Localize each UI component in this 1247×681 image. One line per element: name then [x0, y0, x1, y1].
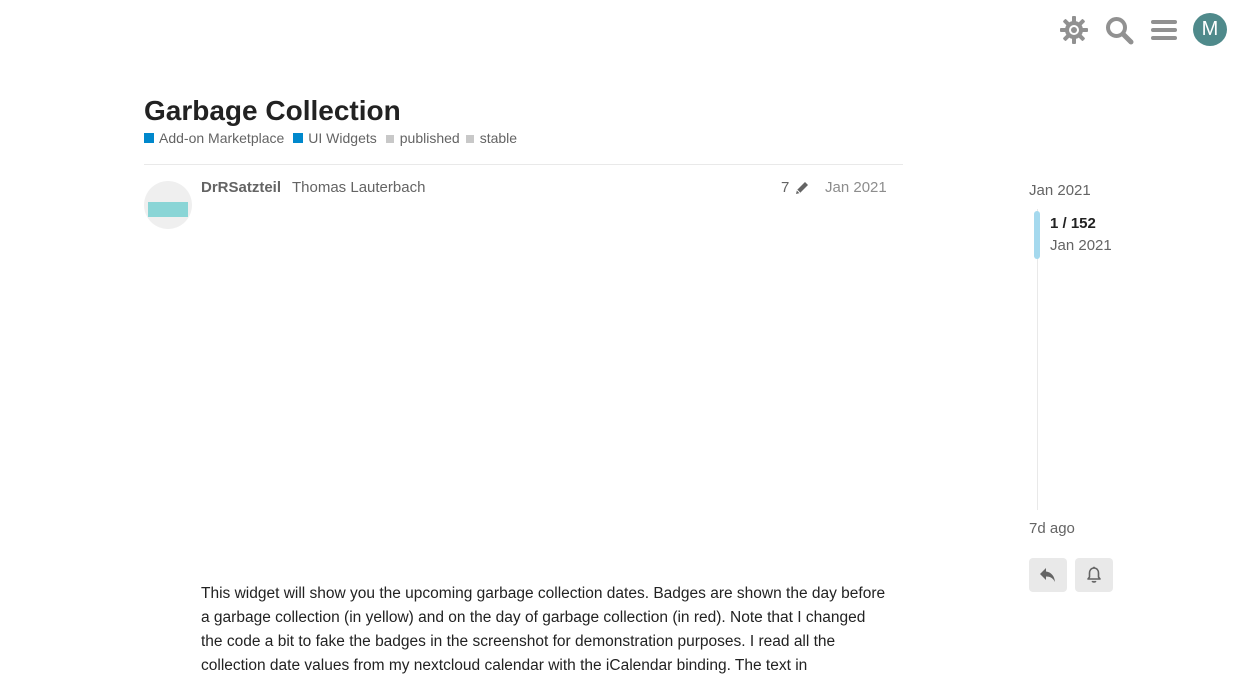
- topic-tags: Add-on Marketplace UI Widgets published …: [144, 129, 523, 147]
- tag-published[interactable]: published: [385, 130, 460, 146]
- timeline-start-date[interactable]: Jan 2021: [1029, 182, 1091, 199]
- title-divider: [144, 164, 903, 165]
- timeline-end-label[interactable]: 7d ago: [1029, 520, 1075, 537]
- post-date[interactable]: Jan 2021: [825, 179, 887, 196]
- timeline-position: 1 / 152: [1050, 215, 1096, 232]
- reply-icon: [1040, 568, 1055, 582]
- post-edit-history[interactable]: 7: [781, 179, 810, 196]
- tag-stable[interactable]: stable: [465, 130, 518, 146]
- category-add-on-marketplace[interactable]: Add-on Marketplace: [144, 130, 284, 146]
- post-body: This widget will show you the upcoming g…: [201, 585, 886, 674]
- tag-swatch: [465, 135, 474, 143]
- edit-count: 7: [781, 179, 790, 196]
- category-label: Add-on Marketplace: [159, 130, 285, 146]
- post-author-avatar[interactable]: [144, 181, 192, 229]
- user-avatar[interactable]: M: [1193, 13, 1227, 46]
- post-full-name: Thomas Lauterbach: [292, 179, 426, 196]
- category-color-swatch: [293, 133, 304, 143]
- category-ui-widgets[interactable]: UI Widgets: [293, 130, 377, 146]
- search-icon[interactable]: [1099, 10, 1139, 50]
- notifications-button[interactable]: [1075, 558, 1113, 592]
- notification-bell-icon: [1087, 566, 1101, 583]
- timeline-scroll-handle[interactable]: [1034, 211, 1040, 259]
- avatar-placeholder-shape: [148, 202, 188, 217]
- post-username[interactable]: DrRSatzteil: [201, 179, 281, 196]
- tag-swatch: [385, 135, 394, 143]
- tag-label: published: [399, 130, 460, 146]
- pencil-icon: [796, 181, 809, 194]
- category-color-swatch: [144, 133, 154, 143]
- hamburger-menu-icon[interactable]: [1144, 10, 1184, 50]
- topic-title[interactable]: Garbage Collection: [144, 94, 401, 128]
- theme-toggle-icon[interactable]: [1054, 10, 1094, 50]
- tag-label: stable: [479, 130, 518, 146]
- timeline-position-date: Jan 2021: [1050, 237, 1112, 254]
- category-label: UI Widgets: [308, 130, 377, 146]
- reply-button[interactable]: [1029, 558, 1067, 592]
